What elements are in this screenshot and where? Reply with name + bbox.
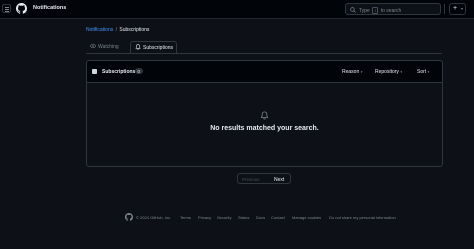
search-placeholder-suffix: to search (380, 7, 402, 14)
footer-link-security[interactable]: Security (217, 215, 231, 220)
previous-page-button: Previous (242, 176, 260, 182)
repository-filter-button[interactable]: Repository ▾ (375, 69, 402, 75)
bell-icon (135, 44, 141, 50)
footer-link-do-not-share[interactable]: Do not share my personal information (329, 215, 396, 220)
tab-divider (86, 53, 442, 54)
tab-watching-label: Watching (98, 44, 119, 50)
breadcrumb: Notifications / Subscriptions (86, 27, 149, 33)
search-placeholder-prefix: Type (359, 7, 370, 14)
github-logo-icon[interactable] (125, 213, 133, 221)
footer-copyright: © 2024 GitHub, Inc. (136, 215, 172, 220)
eye-icon (90, 43, 96, 49)
breadcrumb-notifications-link[interactable]: Notifications (86, 27, 113, 33)
hamburger-menu-icon[interactable] (2, 4, 11, 13)
tab-subscriptions[interactable]: Subscriptions (130, 41, 177, 53)
pagination: Previous Next (237, 173, 291, 184)
reason-filter-button[interactable]: Reason ▾ (342, 69, 363, 75)
sort-filter-button[interactable]: Sort ▾ (417, 69, 429, 75)
footer-link-contact[interactable]: Contact (271, 215, 285, 220)
footer-link-docs[interactable]: Docs (256, 215, 265, 220)
footer-link-manage-cookies[interactable]: Manage cookies (292, 215, 321, 220)
create-new-button[interactable]: + ▾ (449, 3, 466, 15)
footer-link-privacy[interactable]: Privacy (198, 215, 211, 220)
bell-icon (260, 111, 269, 120)
sort-filter-label: Sort (417, 69, 427, 75)
search-input[interactable]: Type / to search (345, 3, 441, 15)
repository-filter-label: Repository (375, 69, 399, 75)
breadcrumb-separator: / (115, 27, 118, 33)
chevron-down-icon: ▾ (360, 69, 363, 74)
tab-subscriptions-label: Subscriptions (143, 45, 174, 51)
next-page-button[interactable]: Next (274, 177, 284, 183)
subscriptions-panel-header: Subscriptions 0 Reason ▾ Repository ▾ Sort… (87, 61, 442, 83)
search-shortcut-key: / (372, 6, 379, 14)
select-all-checkbox[interactable] (92, 69, 97, 74)
empty-state-message: No results matched your search. (210, 125, 319, 132)
subscriptions-count-badge: 0 (135, 68, 143, 74)
chevron-down-icon: ▾ (400, 69, 403, 74)
chevron-down-icon: ▾ (460, 6, 463, 11)
search-icon (350, 6, 356, 13)
search-placeholder: Type / to search (359, 6, 402, 14)
subscriptions-panel: Subscriptions 0 Reason ▾ Repository ▾ Sort… (86, 60, 443, 167)
footer-link-terms[interactable]: Terms (180, 215, 191, 220)
subscriptions-title: Subscriptions (102, 69, 136, 75)
github-logo-icon[interactable] (16, 3, 27, 14)
breadcrumb-current: Subscriptions (119, 27, 150, 33)
footer-link-status[interactable]: Status (238, 215, 249, 220)
plus-icon: + (453, 5, 458, 12)
header-divider (444, 4, 445, 14)
chevron-down-icon: ▾ (427, 69, 430, 74)
top-header: Notifications Type / to search + ▾ (0, 0, 474, 19)
reason-filter-label: Reason (342, 69, 360, 75)
app-title[interactable]: Notifications (33, 5, 66, 11)
tab-watching[interactable]: Watching (86, 41, 128, 53)
